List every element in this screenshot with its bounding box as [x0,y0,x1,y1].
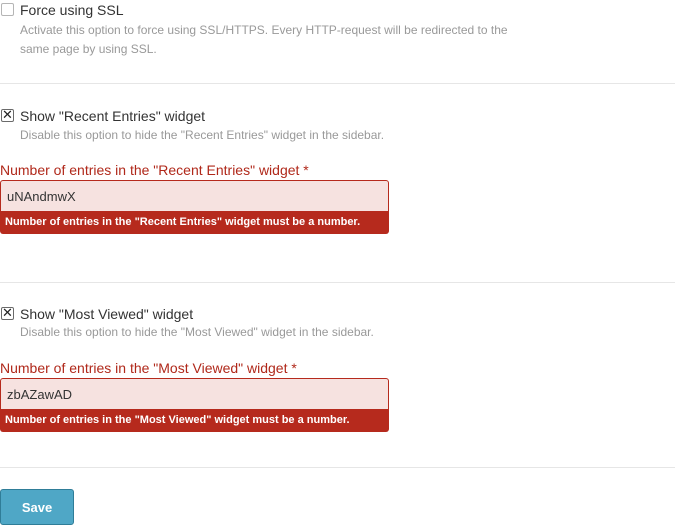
recent-entries-count-error: Number of entries in the "Recent Entries… [0,212,389,234]
force-ssl-label: Force using SSL [20,2,124,18]
most-viewed-count-label: Number of entries in the "Most Viewed" w… [0,360,297,376]
most-viewed-checkbox[interactable]: ✕ [1,306,14,321]
force-ssl-checkbox[interactable] [1,3,14,16]
divider [0,467,675,468]
divider [0,83,675,84]
check-mark-icon: ✕ [2,108,13,123]
most-viewed-count-input[interactable] [0,378,389,410]
most-viewed-label: Show "Most Viewed" widget [20,306,194,322]
recent-entries-checkbox[interactable]: ✕ [1,108,14,123]
divider [0,282,675,283]
recent-entries-label: Show "Recent Entries" widget [20,108,206,124]
most-viewed-count-error: Number of entries in the "Most Viewed" w… [0,410,389,432]
check-mark-icon: ✕ [2,306,13,321]
recent-entries-count-label: Number of entries in the "Recent Entries… [0,162,309,178]
recent-entries-help: Disable this option to hide the "Recent … [20,128,385,142]
recent-entries-count-input[interactable] [0,180,389,212]
save-button[interactable]: Save [0,489,74,525]
force-ssl-help: Activate this option to force using SSL/… [20,23,508,56]
most-viewed-help: Disable this option to hide the "Most Vi… [20,325,374,339]
